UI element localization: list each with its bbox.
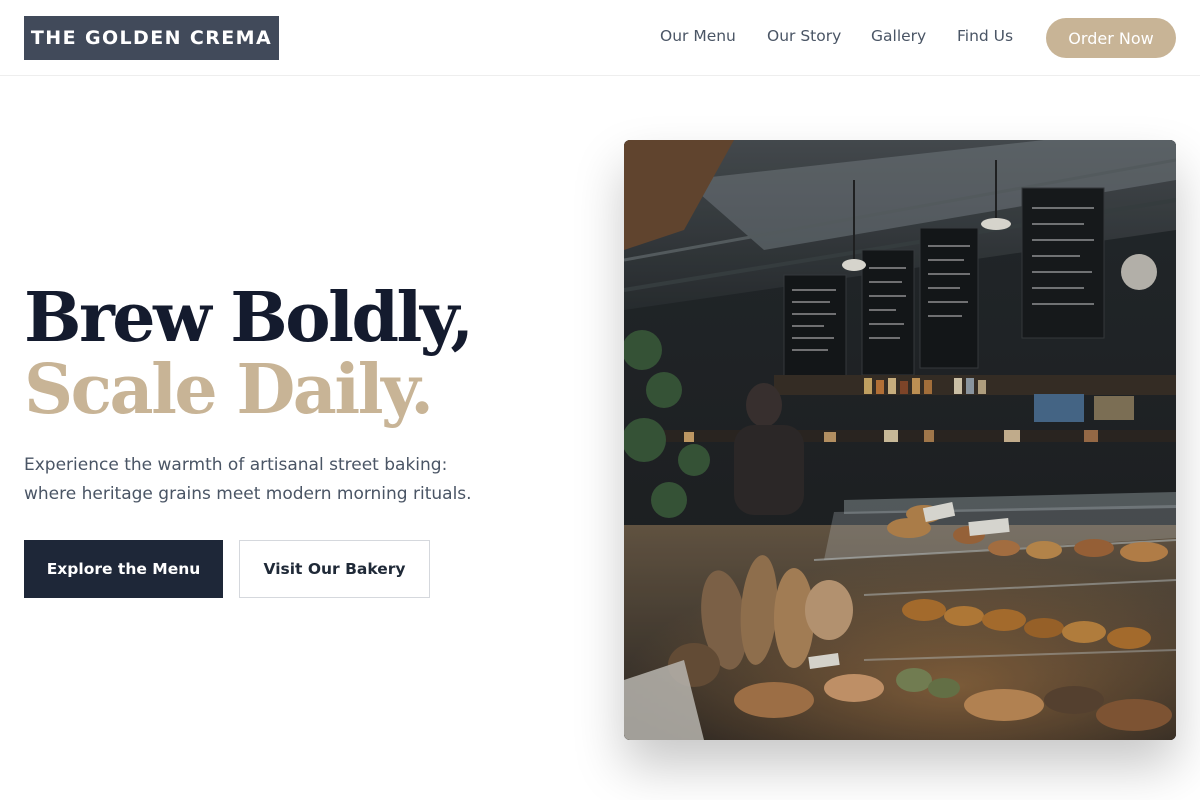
nav-link-gallery[interactable]: Gallery [871, 27, 926, 45]
nav-link-our-menu[interactable]: Our Menu [660, 27, 736, 45]
headline-line-2: Scale Daily. [24, 350, 434, 430]
explore-menu-button[interactable]: Explore the Menu [24, 540, 223, 598]
bakery-interior-image [624, 140, 1176, 740]
headline-line-1: Brew Boldly, [24, 278, 474, 358]
hero-subtitle: Experience the warmth of artisanal stree… [24, 455, 472, 504]
brand-logo[interactable]: THE GOLDEN CREMA [24, 16, 279, 60]
nav-link-find-us[interactable]: Find Us [957, 27, 1013, 45]
bakery-photo-illustration [624, 140, 1176, 740]
site-header: THE GOLDEN CREMA Our Menu Our Story Gall… [0, 0, 1200, 76]
order-now-button[interactable]: Order Now [1046, 18, 1176, 58]
visit-bakery-button[interactable]: Visit Our Bakery [239, 540, 430, 598]
hero-headline: Brew Boldly, Scale Daily. [24, 278, 474, 430]
nav-link-our-story[interactable]: Our Story [767, 27, 841, 45]
